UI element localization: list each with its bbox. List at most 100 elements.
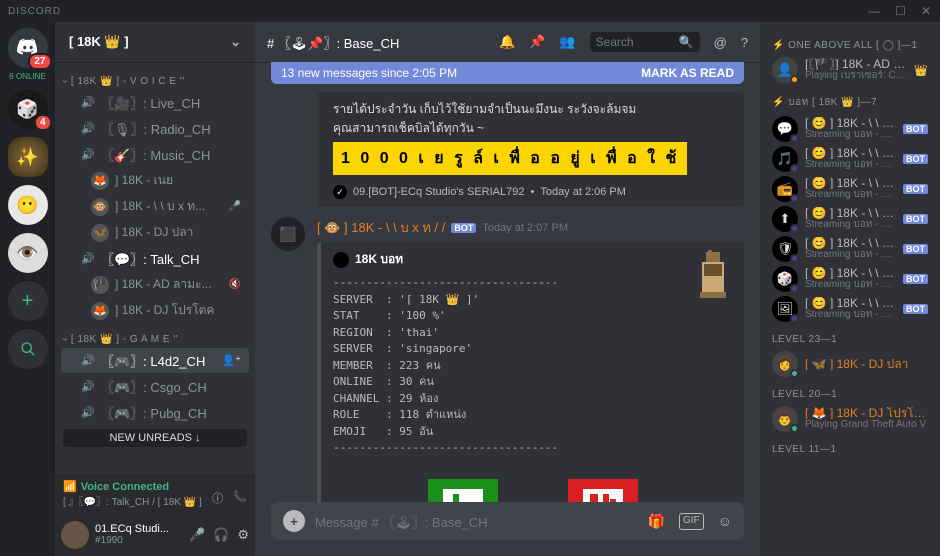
member-item[interactable]: 🖼[ 😊 ] 18K - \ \ บ x...Streaming บอท - ร… <box>766 294 934 324</box>
embed: 18K บอท --------------------------------… <box>317 242 744 502</box>
server-header[interactable]: [ 18K 👑 ] ⌄ <box>55 22 255 62</box>
input-placeholder: Message # 〖🕹〗: Base_CH <box>315 512 488 531</box>
gift-icon[interactable]: 🎁 <box>648 513 665 530</box>
new-unreads-button[interactable]: NEW UNREADS ↓ <box>63 429 247 447</box>
bot-tag: BOT <box>451 223 476 233</box>
speaker-icon: 🔊 <box>81 380 95 393</box>
member-item[interactable]: 🛡[ 😊 ] 18K - \ \ บ x...Streaming บอท - ส… <box>766 234 934 264</box>
embed-thumbnail <box>694 250 734 300</box>
window-maximize[interactable]: ☐ <box>895 4 907 18</box>
signal-icon: 📶 <box>63 480 77 493</box>
member-item[interactable]: 🎵[ 😊 ] 18K - \ \ บ x...Streaming บอท - เ… <box>766 144 934 174</box>
mentions-icon[interactable]: @ <box>714 35 727 50</box>
member-item[interactable]: 👩[ 🦋 ] 18K - DJ ปลา <box>766 349 934 379</box>
pinned-icon[interactable]: 📌 <box>529 34 545 50</box>
speaker-icon: 🔊 <box>81 252 95 265</box>
avatar[interactable]: ⬛ <box>271 217 305 251</box>
channel-music[interactable]: 🔊〖🎸〗: Music_CH <box>61 142 249 167</box>
disconnect-icon[interactable]: 📞 <box>233 490 247 506</box>
message-input[interactable]: + Message # 〖🕹〗: Base_CH 🎁 GIF ☺ <box>271 502 744 540</box>
voice-status-panel: 📶Voice Connected [ 』〖💬〗: Talk_CH / [ 18K… <box>55 474 255 514</box>
voice-user[interactable]: 🦊] 18K - เนย <box>61 168 249 193</box>
members-icon[interactable]: 👥 <box>559 34 575 50</box>
bot-tag: BOT <box>903 184 928 194</box>
message-timestamp: Today at 2:07 PM <box>482 222 568 234</box>
channel-csgo[interactable]: 🔊〖🎮〗: Csgo_CH <box>61 374 249 399</box>
member-item[interactable]: 📻[ 😊 ] 18K - \ \ บ x...Streaming บอท - ว… <box>766 174 934 204</box>
username: 01.ECq Studi... <box>95 523 183 535</box>
user-tag: #1990 <box>95 535 183 547</box>
member-item[interactable]: ⬆[ 😊 ] 18K - \ \ บ x...Streaming บอท - เ… <box>766 204 934 234</box>
guild-badge: 4 <box>34 114 52 131</box>
member-item[interactable]: 👤 [〖🏴〗] 18K - AD ลาม...Playing เบราเซอร์… <box>766 55 934 85</box>
embed-message: รายได้ประจำวัน เก็บไว้ใช้ยามจำเป็นนะมึงน… <box>317 92 744 207</box>
bot-tag: BOT <box>903 274 928 284</box>
member-item[interactable]: 🎲[ 😊 ] 18K - \ \ บ x...Streaming บอท - เ… <box>766 264 934 294</box>
guild-ecq[interactable]: 🎲4 <box>8 89 48 129</box>
search-input[interactable]: Search🔍 <box>590 32 700 52</box>
chevron-down-icon: ⌄ <box>230 34 241 50</box>
bot-tag: BOT <box>903 154 928 164</box>
check-icon: ✓ <box>333 185 347 199</box>
gif-icon[interactable]: GIF <box>679 513 704 530</box>
code-block: ---------------------------------- SERVE… <box>333 275 732 457</box>
channel-l4d2[interactable]: 🔊〖🎮〗: L4d2_CH👤⁺ <box>61 348 249 373</box>
voice-user[interactable]: 🦋] 18K - DJ ปลา <box>61 220 249 245</box>
mark-as-read[interactable]: MARK AS READ <box>641 66 734 80</box>
channel-talk[interactable]: 🔊〖💬〗: Talk_CH <box>61 246 249 271</box>
speaker-icon: 🔊 <box>81 148 95 161</box>
avatar[interactable] <box>61 521 89 549</box>
channel-live[interactable]: 🔊〖🎥〗: Live_CH <box>61 90 249 115</box>
pixel-art <box>333 469 732 503</box>
guild-3[interactable]: 😶 <box>8 185 48 225</box>
bot-tag: BOT <box>903 244 928 254</box>
user-panel: 01.ECq Studi... #1990 🎤 🎧 ⚙ <box>55 514 255 556</box>
crown-icon: 👑 <box>914 64 928 77</box>
member-item[interactable]: 💬[ 😊 ] 18K - \ \ บ x...Streaming บอท - ท… <box>766 114 934 144</box>
speaker-icon: 🔊 <box>81 122 95 135</box>
channel-pubg[interactable]: 🔊〖🎮〗: Pubg_CH <box>61 400 249 425</box>
channel-radio[interactable]: 🔊〖🎙〗: Radio_CH <box>61 116 249 141</box>
voice-user[interactable]: 🐵] 18K - \ \ บ x ท...🎤 <box>61 194 249 219</box>
speaker-icon: 🔊 <box>81 96 95 109</box>
category-game[interactable]: [ 18K 👑 ] - G A M E '' <box>55 324 255 347</box>
discover-button[interactable] <box>8 329 48 369</box>
voice-user[interactable]: 🦊] 18K - DJ โปรโตค <box>61 298 249 323</box>
home-badge: 27 <box>28 53 51 70</box>
server-name: [ 18K 👑 ] <box>69 34 129 50</box>
speaker-icon: 🔊 <box>81 354 95 367</box>
category-voice[interactable]: [ 18K 👑 ] - V O I C E '' <box>55 66 255 89</box>
bot-tag: BOT <box>903 304 928 314</box>
settings-button[interactable]: ⚙ <box>237 527 249 543</box>
window-close[interactable]: ✕ <box>921 4 932 18</box>
speaker-icon: 🔊 <box>81 406 95 419</box>
new-messages-bar[interactable]: 13 new messages since 2:05 PM MARK AS RE… <box>271 62 744 84</box>
info-icon[interactable]: ⓘ <box>212 490 223 506</box>
deafen-button[interactable]: 🎧 <box>213 527 229 543</box>
titlebar: DISCORD — ☐ ✕ <box>0 0 940 22</box>
member-category: LEVEL 23—1 <box>766 324 934 349</box>
voice-user[interactable]: 🏴] 18K - AD ลามะ...🔇 <box>61 272 249 297</box>
add-server-button[interactable]: + <box>8 281 48 321</box>
member-item[interactable]: 👨[ 🦊 ] 18K - DJ โปรโตคPlaying Grand Thef… <box>766 404 934 434</box>
search-icon: 🔍 <box>679 35 694 49</box>
invite-icon[interactable]: 👤⁺ <box>221 354 241 367</box>
bot-tag: BOT <box>903 214 928 224</box>
chat-area: # 〖🕹📌〗: Base_CH 🔔 📌 👥 Search🔍 @ ? 13 new… <box>255 22 760 556</box>
message-author[interactable]: [ 🐵 ] 18K - \ \ บ x ท / / <box>317 217 445 238</box>
window-minimize[interactable]: — <box>868 4 881 18</box>
brand: DISCORD <box>8 6 61 17</box>
home-button[interactable]: 27 <box>8 28 48 68</box>
channel-sidebar: [ 18K 👑 ] ⌄ [ 18K 👑 ] - V O I C E '' 🔊〖🎥… <box>55 22 255 556</box>
guild-list: 27 6 ONLINE 🎲4 ✨ 😶 👁️ + <box>0 22 55 556</box>
member-list: ⚡ ONE ABOVE ALL [ ◯ ]—1 👤 [〖🏴〗] 18K - AD… <box>760 22 940 556</box>
guild-4[interactable]: 👁️ <box>8 233 48 273</box>
attach-button[interactable]: + <box>283 510 305 532</box>
help-icon[interactable]: ? <box>741 35 748 50</box>
emoji-icon[interactable]: ☺ <box>718 513 732 530</box>
chat-header: # 〖🕹📌〗: Base_CH 🔔 📌 👥 Search🔍 @ ? <box>255 22 760 62</box>
guild-18k[interactable]: ✨ <box>8 137 48 177</box>
mute-button[interactable]: 🎤 <box>189 527 205 543</box>
highlight-text: 1 0 0 0 เ ย รู ล์ เ พื่ อ อ ยู่ เ พื่ อ … <box>333 142 687 175</box>
notifications-icon[interactable]: 🔔 <box>499 34 515 50</box>
